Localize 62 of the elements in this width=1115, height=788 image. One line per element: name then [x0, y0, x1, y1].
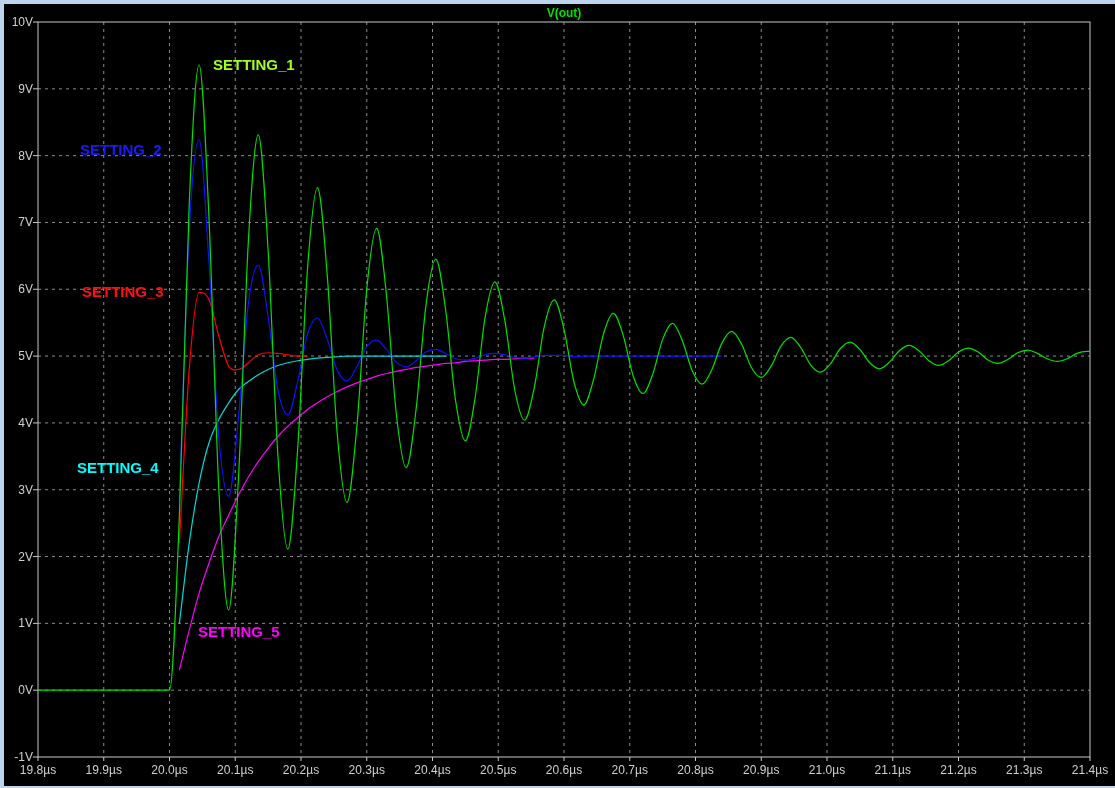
axis-tick-label: 3V — [18, 482, 33, 497]
tick-mark — [1023, 756, 1025, 762]
tick-mark — [432, 756, 433, 762]
tick-mark — [826, 756, 828, 762]
axis-tick-label: 19.9µs — [85, 763, 122, 777]
axis-tick-label: 21.3µs — [1006, 763, 1043, 777]
tick-mark — [234, 756, 236, 762]
axis-tick-label: 4V — [18, 415, 33, 430]
axis-tick-label: 20.1µs — [217, 763, 254, 777]
tick-mark — [366, 756, 368, 762]
axis-tick-label: 20.3µs — [348, 763, 385, 777]
axis-tick-label: 9V — [18, 81, 33, 96]
tick-mark — [32, 88, 39, 90]
tick-mark — [32, 489, 39, 491]
tick-mark — [32, 422, 39, 424]
tick-mark — [563, 756, 565, 762]
trace-label: SETTING_4 — [77, 459, 159, 476]
chart-title: V(out) — [546, 6, 582, 20]
axis-tick-label: 21.1µs — [874, 763, 911, 777]
tick-mark — [32, 556, 39, 558]
trace-label: SETTING_5 — [198, 623, 280, 640]
axis-tick-label: 21.0µs — [808, 763, 846, 777]
axis-tick-label: 6V — [18, 282, 33, 297]
axis-tick-label: 20.5µs — [480, 763, 517, 777]
axis-tick-label: 20.8µs — [677, 763, 714, 777]
axis-tick-label: 20.7µs — [611, 763, 648, 777]
axis-tick-label: 21.4µs — [1071, 763, 1109, 777]
tick-mark — [760, 756, 762, 762]
axis-tick-label: 19.8µs — [19, 763, 57, 777]
axis-tick-label: 8V — [18, 148, 33, 163]
trace-label: SETTING_3 — [82, 283, 164, 300]
axis-tick-label: 7V — [18, 215, 33, 230]
axis-tick-label: -1V — [14, 750, 33, 764]
axis-tick-label: 20.9µs — [743, 763, 780, 777]
axis-tick-label: 20.4µs — [414, 763, 451, 777]
axis-tick-label: 20.6µs — [545, 763, 583, 777]
tick-mark — [169, 756, 170, 762]
tick-mark — [300, 756, 302, 762]
axis-tick-label: 0V — [18, 683, 33, 698]
tick-mark — [629, 756, 631, 762]
axis-tick-label: 20.0µs — [151, 763, 188, 777]
tick-mark — [32, 689, 39, 691]
tick-mark — [32, 221, 39, 223]
tick-mark — [32, 155, 39, 157]
tick-mark — [32, 355, 39, 357]
tick-mark — [1089, 756, 1091, 762]
axis-tick-label: 10V — [11, 15, 33, 29]
tick-mark — [892, 756, 894, 762]
tick-mark — [958, 756, 959, 762]
tick-mark — [32, 288, 39, 290]
axis-tick-label: 21.2µs — [940, 763, 977, 777]
tick-mark — [32, 21, 39, 23]
axis-tick-label: 20.2µs — [282, 763, 320, 777]
tick-mark — [497, 756, 499, 762]
tick-mark — [103, 756, 105, 762]
axis-tick-label: 5V — [18, 349, 33, 364]
axis-tick-label: 1V — [18, 616, 33, 631]
tick-mark — [32, 622, 39, 624]
axis-tick-label: 2V — [18, 549, 33, 564]
trace-label: SETTING_1 — [213, 56, 295, 73]
trace-label: SETTING_2 — [80, 141, 162, 158]
tick-mark — [695, 756, 696, 762]
